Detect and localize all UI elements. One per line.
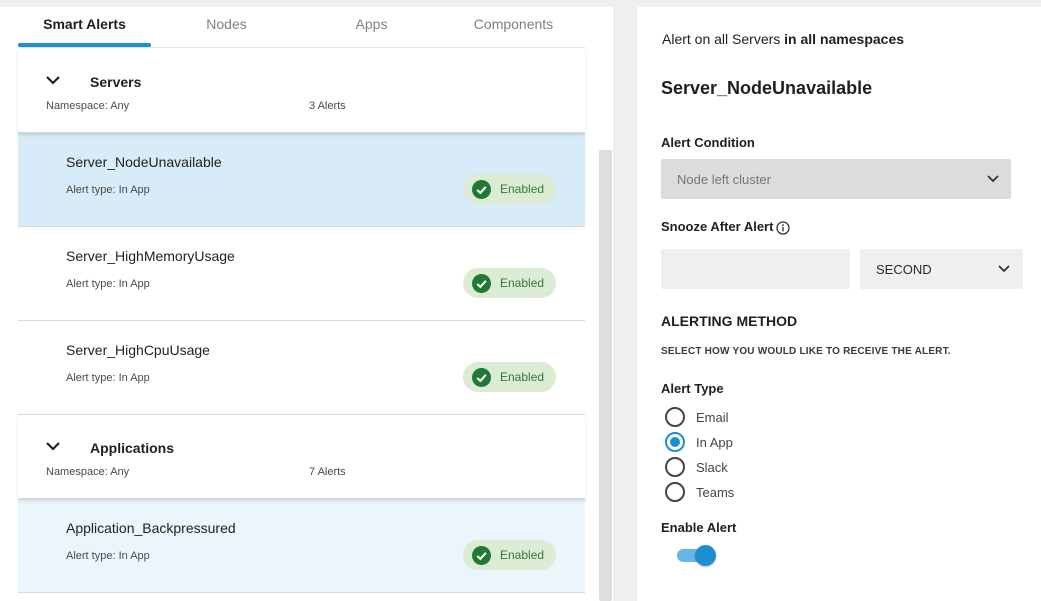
alert-title: Server_NodeUnavailable bbox=[661, 78, 873, 98]
group-namespace: Namespace: Any bbox=[46, 466, 130, 478]
toggle-thumb bbox=[695, 545, 716, 566]
alerting-method-title: ALERTING METHOD bbox=[661, 313, 798, 329]
group-alert-count: 7 Alerts bbox=[309, 466, 346, 478]
enable-alert-toggle[interactable] bbox=[677, 544, 717, 566]
status-badge: Enabled bbox=[463, 268, 556, 298]
alert-row-server-nodeunavailable[interactable]: Server_NodeUnavailable Alert type: In Ap… bbox=[18, 133, 585, 227]
radio-teams-label: Teams bbox=[696, 485, 735, 500]
alert-type-label: Alert Type bbox=[661, 381, 724, 396]
check-circle-icon bbox=[472, 368, 491, 387]
check-circle-icon bbox=[472, 180, 491, 199]
alert-condition-label: Alert Condition bbox=[661, 135, 755, 150]
snooze-label: Snooze After Alert bbox=[661, 219, 774, 234]
radio-slack[interactable] bbox=[665, 457, 685, 477]
alert-row-application-backpressured[interactable]: Application_Backpressured Alert type: In… bbox=[18, 499, 585, 593]
heading-prefix: Alert on all Servers bbox=[662, 31, 781, 47]
chevron-down-icon bbox=[987, 175, 999, 183]
group-namespace: Namespace: Any bbox=[46, 100, 130, 112]
tab-apps[interactable]: Apps bbox=[305, 7, 438, 48]
chevron-down-icon[interactable] bbox=[46, 75, 60, 85]
radio-in-app[interactable] bbox=[665, 432, 685, 452]
alert-groups-list: Servers Namespace: Any 3 Alerts Server_N… bbox=[18, 49, 585, 593]
tab-nodes[interactable]: Nodes bbox=[160, 7, 293, 48]
alert-row-server-highcpuusage[interactable]: Server_HighCpuUsage Alert type: In App E… bbox=[18, 321, 585, 415]
radio-email-label: Email bbox=[696, 410, 729, 425]
snooze-unit-select[interactable]: SECOND bbox=[860, 249, 1023, 289]
alert-type: Alert type: In App bbox=[66, 184, 150, 196]
radio-slack-label: Slack bbox=[696, 460, 728, 475]
group-header-servers[interactable]: Servers Namespace: Any 3 Alerts bbox=[18, 49, 585, 133]
group-header-applications[interactable]: Applications Namespace: Any 7 Alerts bbox=[18, 415, 585, 499]
radio-in-app-label: In App bbox=[696, 435, 733, 450]
group-alert-count: 3 Alerts bbox=[309, 100, 346, 112]
tab-smart-alerts[interactable]: Smart Alerts bbox=[18, 7, 151, 48]
status-badge: Enabled bbox=[463, 362, 556, 392]
snooze-unit-value: SECOND bbox=[876, 262, 932, 277]
status-label: Enabled bbox=[500, 276, 545, 290]
tab-label: Nodes bbox=[206, 16, 247, 32]
chevron-down-icon bbox=[998, 265, 1010, 273]
tab-bar: Smart Alerts Nodes Apps Components bbox=[18, 7, 585, 48]
tab-label: Smart Alerts bbox=[43, 16, 126, 32]
status-label: Enabled bbox=[500, 182, 545, 196]
tab-components[interactable]: Components bbox=[447, 7, 580, 48]
snooze-input[interactable] bbox=[661, 249, 850, 289]
status-label: Enabled bbox=[500, 370, 545, 384]
alert-type: Alert type: In App bbox=[66, 372, 150, 384]
check-circle-icon bbox=[472, 274, 491, 293]
status-badge: Enabled bbox=[463, 540, 556, 570]
alert-name: Server_HighMemoryUsage bbox=[66, 248, 235, 264]
alert-name: Server_NodeUnavailable bbox=[66, 154, 222, 170]
alert-type: Alert type: In App bbox=[66, 550, 150, 562]
status-badge: Enabled bbox=[463, 174, 556, 204]
detail-heading: Alert on all Servers in all namespaces bbox=[662, 31, 904, 47]
alert-name: Application_Backpressured bbox=[66, 520, 236, 536]
enable-alert-label: Enable Alert bbox=[661, 520, 737, 535]
tab-label: Components bbox=[473, 16, 554, 32]
alert-detail-panel: Alert on all Servers in all namespaces S… bbox=[637, 7, 1041, 601]
heading-suffix: in all namespaces bbox=[784, 31, 905, 47]
status-label: Enabled bbox=[500, 548, 545, 562]
radio-teams[interactable] bbox=[665, 482, 685, 502]
alert-name: Server_HighCpuUsage bbox=[66, 342, 210, 358]
check-circle-icon bbox=[472, 546, 491, 565]
chevron-down-icon[interactable] bbox=[46, 441, 60, 451]
alert-row-server-highmemoryusage[interactable]: Server_HighMemoryUsage Alert type: In Ap… bbox=[18, 227, 585, 321]
alert-type: Alert type: In App bbox=[66, 278, 150, 290]
radio-email[interactable] bbox=[665, 407, 685, 427]
info-icon[interactable] bbox=[776, 221, 790, 235]
alerts-list-panel: Smart Alerts Nodes Apps Components Serve… bbox=[0, 7, 613, 601]
group-title: Servers bbox=[90, 74, 142, 90]
list-scrollbar[interactable] bbox=[599, 150, 612, 601]
active-tab-indicator bbox=[18, 43, 151, 47]
tab-label: Apps bbox=[355, 16, 388, 32]
alerting-method-subtitle: SELECT HOW YOU WOULD LIKE TO RECEIVE THE… bbox=[661, 346, 951, 357]
alert-condition-value: Node left cluster bbox=[677, 172, 771, 187]
group-title: Applications bbox=[90, 440, 175, 456]
alert-condition-select: Node left cluster bbox=[661, 159, 1011, 199]
